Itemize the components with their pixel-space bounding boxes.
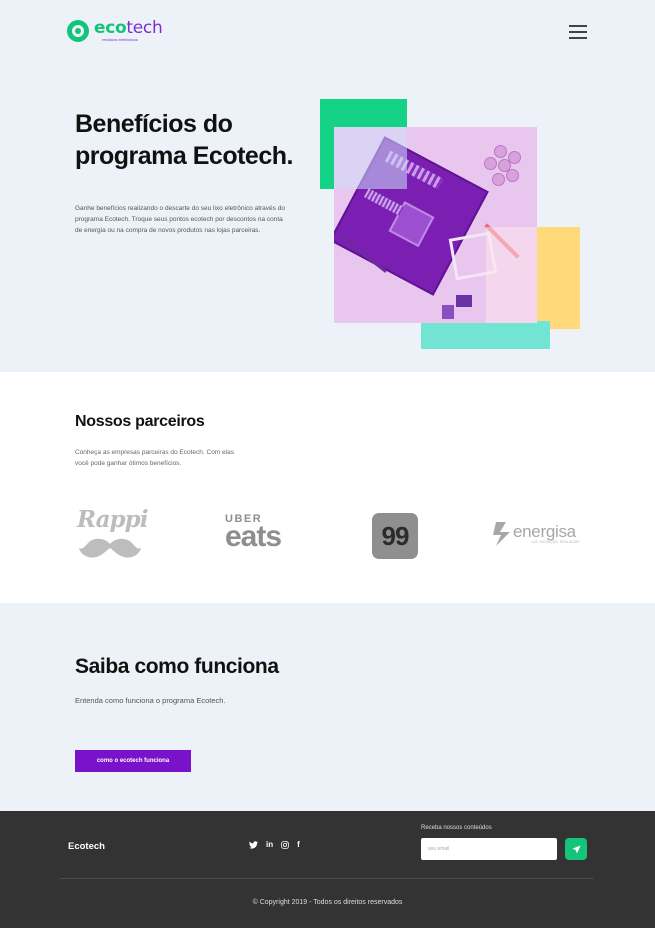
partners-title: Nossos parceiros [75,413,205,430]
99-logo: 99 [372,513,418,559]
how-it-works-button[interactable]: como o ecotech funciona [75,750,191,772]
99-wordmark: 99 [381,520,410,551]
eats-wordmark: eats [225,520,282,553]
logo-tagline: resíduos eletrônicos [102,37,138,42]
instagram-icon[interactable] [281,841,289,849]
coins [484,145,522,191]
energisa-logo: energisa LUZ. INOVAÇÃO. REALIDADE [492,519,580,549]
circuit-board-photo [334,127,537,323]
how-it-works-title: Saiba como funciona [75,655,279,678]
twitter-icon[interactable] [249,841,258,849]
newsletter-label: Receba nossos conteúdos [421,825,492,831]
hero-illustration [320,99,582,351]
send-icon [571,844,581,854]
partners-description: Conheça as empresas parceiras do Ecotech… [75,449,234,467]
ecotech-logo-icon [67,20,89,42]
hero-title: Benefícios do programa Ecotech. [75,110,293,170]
copyright-text: © Copyright 2019 - Todos os direitos res… [252,899,403,906]
footer-brand: Ecotech [68,841,105,852]
newsletter-submit-button[interactable] [565,838,587,860]
energisa-wordmark: energisa [513,522,576,541]
uber-eats-logo: UBER eats [225,513,299,553]
facebook-icon[interactable]: f [297,840,300,850]
energisa-slogan: LUZ. INOVAÇÃO. REALIDADE [531,540,580,544]
newsletter-email-input[interactable] [421,838,557,860]
ecotech-logo[interactable]: ecotech resíduos eletrônicos [67,18,163,42]
how-it-works-description: Entenda como funciona o programa Ecotech… [75,696,226,705]
site-header: ecotech resíduos eletrônicos [0,0,655,64]
teal-accent-block [421,321,550,349]
partners-section: Nossos parceiros Conheça as empresas par… [0,372,655,603]
energisa-mark-icon [493,522,510,546]
logo-suffix: tech [126,18,163,38]
hamburger-menu-icon[interactable] [569,25,587,39]
rappi-wordmark: Rappi [77,506,148,533]
mustache-icon [79,538,141,558]
rappi-logo: Rappi [77,506,148,560]
logo-prefix: eco [94,18,127,38]
footer-divider [60,878,594,879]
site-footer: Ecotech in f Receba nossos conteúdos © C… [0,811,655,928]
linkedin-icon[interactable]: in [266,840,273,850]
social-links: in f [249,840,300,850]
hero-description: Ganhe benefícios realizando o descarte d… [75,205,285,234]
